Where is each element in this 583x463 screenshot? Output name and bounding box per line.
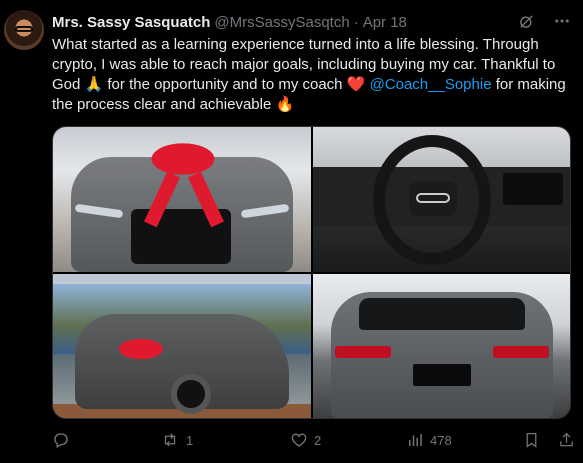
car-side-in-showroom-photo[interactable] — [53, 274, 311, 418]
header-icons — [517, 12, 571, 30]
separator-dot: · — [353, 13, 359, 31]
reply-icon — [52, 431, 70, 449]
car-rear-photo[interactable] — [313, 274, 570, 418]
heart-icon — [290, 431, 308, 449]
red-bow — [143, 139, 223, 179]
retweet-button[interactable]: 1 — [160, 431, 193, 449]
tweet-header: Mrs. Sassy Sasquatch @MrsSassySasqtch · … — [52, 12, 573, 32]
retweet-icon — [160, 431, 180, 449]
heart-emoji: ❤️ — [346, 76, 366, 93]
action-bar: 1 2 478 — [52, 428, 573, 452]
mention-link[interactable]: @Coach__Sophie — [370, 76, 492, 93]
view-count: 478 — [430, 432, 452, 448]
pray-emoji: 🙏 — [84, 76, 104, 93]
media-grid — [52, 126, 571, 419]
grok-icon[interactable] — [517, 12, 535, 30]
like-button[interactable]: 2 — [290, 431, 321, 449]
retweet-count: 1 — [186, 432, 194, 448]
car-wheel — [171, 374, 211, 414]
share-icon — [558, 431, 575, 449]
taillight-right — [493, 346, 549, 358]
avatar-glasses — [15, 26, 33, 32]
red-bow — [113, 336, 169, 362]
taillight-left — [335, 346, 391, 358]
views-button[interactable]: 478 — [406, 431, 452, 449]
share-button[interactable] — [558, 431, 575, 449]
like-count: 2 — [314, 432, 322, 448]
author-display-name[interactable]: Mrs. Sassy Sasquatch — [52, 14, 210, 31]
rear-window — [359, 298, 525, 330]
tweet[interactable]: Mrs. Sassy Sasquatch @MrsSassySasqtch · … — [0, 0, 583, 463]
bookmark-icon — [523, 431, 540, 449]
author-handle[interactable]: @MrsSassySasqtch — [214, 14, 349, 31]
tweet-body: What started as a learning experience tu… — [52, 35, 572, 115]
bookmark-button[interactable] — [523, 431, 540, 449]
reply-button[interactable] — [52, 431, 76, 449]
fire-emoji: 🔥 — [275, 96, 295, 113]
license-plate — [413, 364, 471, 386]
more-icon[interactable] — [553, 12, 571, 30]
brand-rings — [416, 193, 450, 203]
views-icon — [406, 431, 424, 449]
steering-wheel-interior-photo[interactable] — [313, 127, 570, 272]
infotainment-screen — [503, 173, 563, 205]
avatar[interactable] — [4, 10, 44, 50]
tweet-text-2: for the opportunity and to my coach — [107, 76, 343, 93]
tweet-date[interactable]: Apr 18 — [363, 14, 407, 31]
car-front-with-red-bow-photo[interactable] — [53, 127, 311, 272]
